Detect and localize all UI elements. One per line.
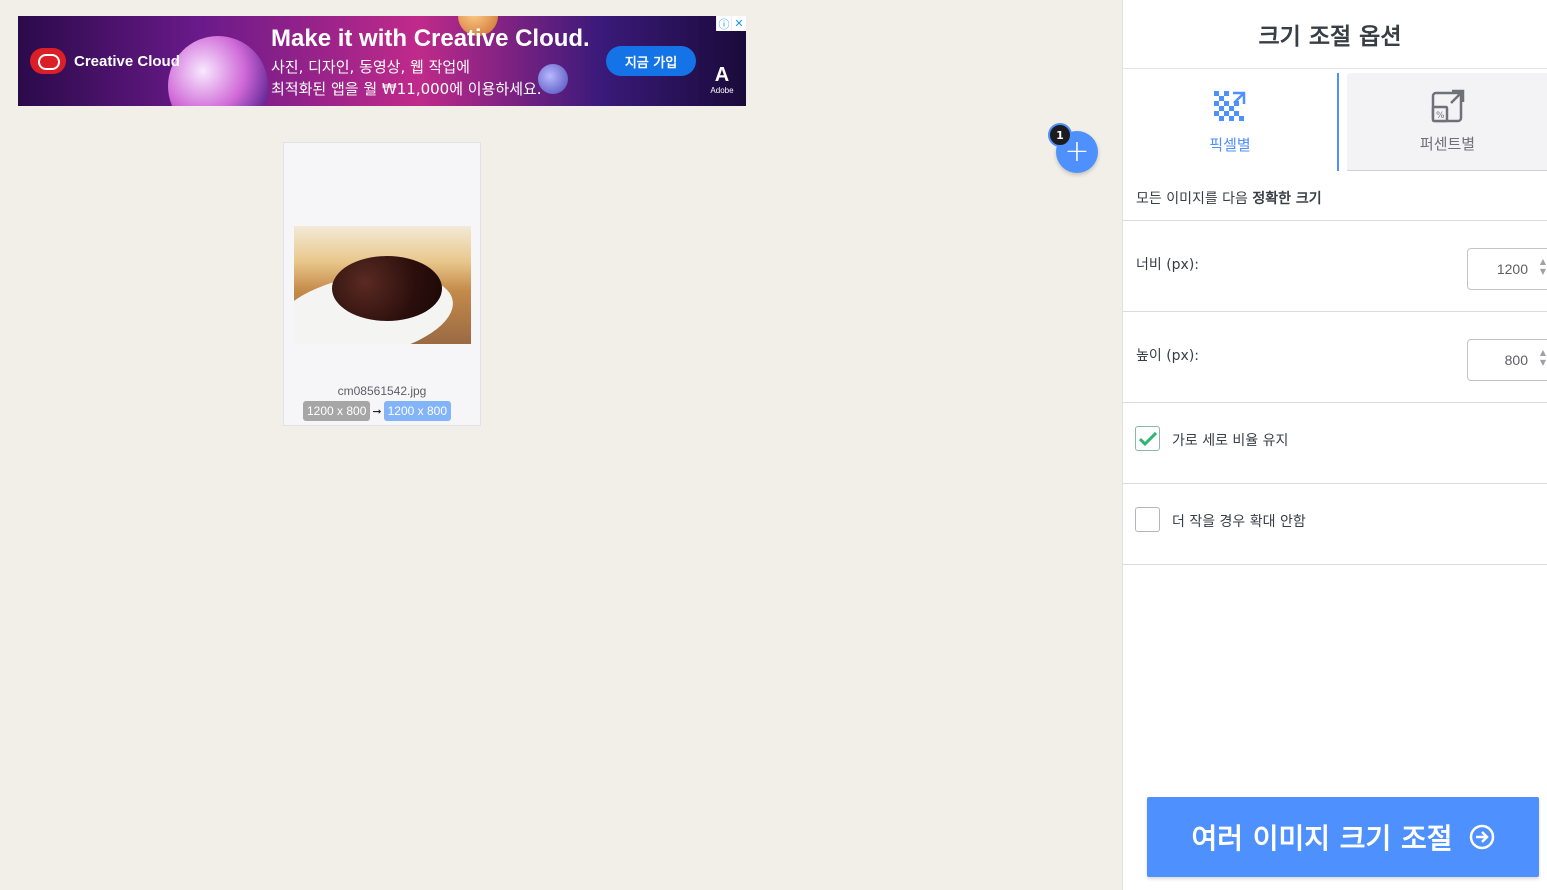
resize-images-button-label: 여러 이미지 크기 조절	[1191, 822, 1453, 855]
divider	[1123, 220, 1547, 221]
ad-subtext: 사진, 디자인, 동영상, 웹 작업에 최적화된 앱을 월 ₩11,000에 이…	[271, 56, 542, 100]
add-images-button[interactable]: + 1	[1048, 123, 1098, 173]
adobe-logo: A Adobe	[708, 64, 736, 95]
creative-cloud-icon	[30, 48, 66, 74]
resize-description-bold: 정확한 크기	[1252, 191, 1322, 207]
image-filename: cm08561542.jpg	[337, 384, 427, 398]
resize-mode-tabs: 픽셀별 % 퍼센트별	[1123, 70, 1547, 174]
file-count-badge: 1	[1048, 123, 1072, 147]
divider	[1123, 311, 1547, 312]
resize-images-button[interactable]: 여러 이미지 크기 조절	[1147, 797, 1539, 877]
height-input[interactable]: 800 ▲ ▼	[1467, 339, 1547, 381]
tab-by-percentage[interactable]: % 퍼센트별	[1347, 73, 1547, 171]
checkmark-icon	[1138, 431, 1157, 446]
tab-by-pixels-label: 픽셀별	[1209, 135, 1251, 154]
tab-by-pixels[interactable]: 픽셀별	[1123, 73, 1339, 171]
keep-aspect-ratio-checkbox[interactable]	[1135, 426, 1160, 451]
spin-up-icon[interactable]: ▲	[1540, 258, 1546, 266]
ad-signup-button[interactable]: 지금 가입	[606, 46, 696, 76]
ad-close-icon[interactable]: ✕	[731, 16, 746, 31]
image-card[interactable]: cm08561542.jpg 1200 x 800 ➞ 1200 x 800	[283, 142, 481, 426]
height-value: 800	[1504, 352, 1528, 368]
height-spinner[interactable]: ▲ ▼	[1540, 349, 1546, 367]
ad-subtext-line1: 사진, 디자인, 동영상, 웹 작업에	[271, 58, 470, 76]
spin-down-icon[interactable]: ▼	[1540, 268, 1546, 276]
do-not-enlarge-checkbox[interactable]	[1135, 507, 1160, 532]
spin-up-icon[interactable]: ▲	[1540, 349, 1546, 357]
divider	[1123, 483, 1547, 484]
width-spinner[interactable]: ▲ ▼	[1540, 258, 1546, 276]
adobe-logo-label: Adobe	[710, 86, 734, 95]
sidebar-title: 크기 조절 옵션	[1123, 0, 1547, 69]
divider	[1123, 564, 1547, 565]
width-value: 1200	[1496, 261, 1528, 277]
ad-planet-graphic-small	[538, 64, 568, 94]
spin-down-icon[interactable]: ▼	[1540, 359, 1546, 367]
new-size-badge: 1200 x 800	[383, 401, 451, 421]
ad-subtext-line2: 최적화된 앱을 월 ₩11,000에 이용하세요.	[271, 80, 542, 98]
ad-planet-graphic	[168, 36, 268, 106]
adobe-logo-mark: A	[714, 64, 730, 86]
keep-aspect-ratio-label[interactable]: 가로 세로 비율 유지	[1172, 430, 1288, 450]
ad-brand-label: Creative Cloud	[74, 52, 180, 70]
image-dimensions: 1200 x 800 ➞ 1200 x 800	[303, 401, 451, 421]
divider	[1123, 402, 1547, 403]
image-thumbnail	[294, 226, 471, 344]
creative-cloud-logo: Creative Cloud	[30, 48, 180, 74]
thumbnail-raisins-shape	[332, 256, 442, 321]
arrow-right-icon: ➞	[372, 405, 382, 418]
svg-text:%: %	[1436, 111, 1445, 121]
width-label: 너비 (px):	[1136, 257, 1200, 273]
ad-info-icon[interactable]: ⓘ	[716, 16, 731, 31]
ad-banner[interactable]: Creative Cloud Make it with Creative Clo…	[18, 16, 746, 106]
resize-description: 모든 이미지를 다음 정확한 크기	[1136, 188, 1322, 208]
percent-resize-icon: %	[1431, 89, 1464, 123]
resize-options-sidebar: 크기 조절 옵션 픽셀별 % 퍼센트별 모든 이미지를 다음 정확한 크기 너비…	[1122, 0, 1547, 890]
do-not-enlarge-label[interactable]: 더 작을 경우 확대 안함	[1172, 511, 1306, 531]
original-size-badge: 1200 x 800	[303, 401, 371, 421]
resize-description-prefix: 모든 이미지를 다음	[1136, 191, 1253, 207]
ad-headline: Make it with Creative Cloud.	[271, 25, 590, 52]
width-input[interactable]: 1200 ▲ ▼	[1467, 248, 1547, 290]
arrow-circle-right-icon	[1469, 824, 1494, 850]
pixel-resize-icon	[1214, 90, 1246, 121]
tab-by-percentage-label: 퍼센트별	[1419, 135, 1476, 153]
ad-choices: ⓘ ✕	[716, 16, 746, 31]
height-label: 높이 (px):	[1136, 348, 1200, 364]
